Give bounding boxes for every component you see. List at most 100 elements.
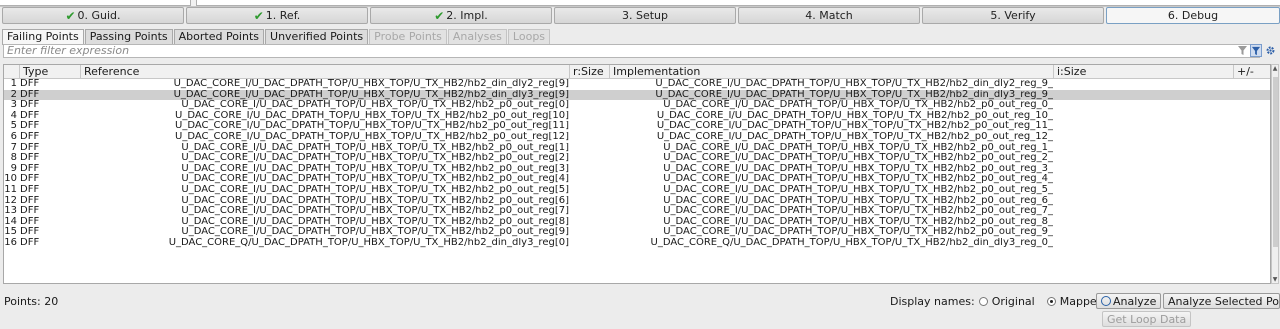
cell-num: 13 (4, 206, 17, 217)
table-row[interactable]: 8 DFF U_DAC_CORE_I/U_DAC_DPATH_TOP/U_HBX_T… (4, 153, 1270, 164)
table-row[interactable]: 2 DFF U_DAC_CORE_I/U_DAC_DPATH_TOP/U_HBX_T… (4, 89, 1270, 101)
cell-ref: U_DAC_CORE_I/U_DAC_DPATH_TOP/U_HBX_TOP/U… (175, 110, 569, 121)
cell-ref: U_DAC_CORE_I/U_DAC_DPATH_TOP/U_HBX_TOP/U… (181, 206, 569, 217)
cell-ref: U_DAC_CORE_I/U_DAC_DPATH_TOP/U_HBX_TOP/U… (175, 132, 569, 142)
table-row[interactable]: 15 DFF U_DAC_CORE_I/U_DAC_DPATH_TOP/U_HBX_… (4, 227, 1270, 238)
step-tab-5[interactable]: 5. Verify (922, 7, 1104, 24)
cell-type: DFF (20, 153, 40, 164)
tab-passing-points[interactable]: Passing Points (84, 29, 173, 44)
step-tab-0[interactable]: ✔ 0. Guid. (2, 7, 184, 24)
radio-original[interactable] (978, 297, 988, 306)
table-row[interactable]: 5 DFF U_DAC_CORE_I/U_DAC_DPATH_TOP/U_HBX_T… (4, 121, 1270, 132)
step-label: 0. Guid. (77, 9, 121, 22)
cell-num: 1 (10, 79, 17, 89)
cell-impl: U_DAC_CORE_I/U_DAC_DPATH_TOP/U_HBX_TOP/U… (655, 89, 1053, 100)
table-scrollbar[interactable]: ▲ ▼ (1271, 64, 1279, 284)
cell-type: DFF (20, 238, 40, 248)
step-tab-6[interactable]: 6. Debug (1106, 7, 1280, 24)
table-row[interactable]: 14 DFF U_DAC_CORE_I/U_DAC_DPATH_TOP/U_HBX_… (4, 217, 1270, 228)
gear-icon[interactable] (1264, 44, 1276, 57)
cell-ref: U_DAC_CORE_I/U_DAC_DPATH_TOP/U_HBX_TOP/U… (173, 89, 569, 100)
table-row[interactable]: 13 DFF U_DAC_CORE_I/U_DAC_DPATH_TOP/U_HBX_… (4, 206, 1270, 217)
cell-impl: U_DAC_CORE_I/U_DAC_DPATH_TOP/U_HBX_TOP/U… (663, 153, 1053, 164)
table-row[interactable]: 9 DFF U_DAC_CORE_I/U_DAC_DPATH_TOP/U_HBX_T… (4, 164, 1270, 175)
display-names-label: Display names: (890, 295, 975, 308)
cell-impl: U_DAC_CORE_I/U_DAC_DPATH_TOP/U_HBX_TOP/U… (663, 100, 1053, 111)
cell-type: DFF (20, 185, 40, 195)
table-row[interactable]: 7 DFF U_DAC_CORE_I/U_DAC_DPATH_TOP/U_HBX_T… (4, 142, 1270, 154)
step-tab-4[interactable]: 4. Match (738, 7, 920, 24)
step-label: 4. Match (805, 9, 853, 22)
step-tab-3[interactable]: 3. Setup (554, 7, 736, 24)
cell-type: DFF (20, 79, 40, 89)
cell-num: 4 (10, 110, 17, 121)
funnel-icon[interactable] (1250, 44, 1262, 57)
step-label: 2. Impl. (446, 9, 488, 22)
step-label: 5. Verify (990, 9, 1036, 22)
table-row[interactable]: 16 DFF U_DAC_CORE_Q/U_DAC_DPATH_TOP/U_HBX_… (4, 238, 1270, 249)
failing-points-table: Type Reference r:Size Implementation i:S… (3, 64, 1271, 284)
cell-num: 12 (4, 195, 17, 206)
cell-ref: U_DAC_CORE_I/U_DAC_DPATH_TOP/U_HBX_TOP/U… (181, 153, 569, 164)
tab-unverified-points[interactable]: Unverified Points (265, 29, 369, 44)
check-icon: ✔ (434, 8, 445, 23)
cell-impl: U_DAC_CORE_I/U_DAC_DPATH_TOP/U_HBX_TOP/U… (663, 185, 1053, 195)
cell-ref: U_DAC_CORE_I/U_DAC_DPATH_TOP/U_HBX_TOP/U… (181, 195, 569, 206)
cell-num: 6 (10, 132, 17, 142)
step-label: 1. Ref. (265, 9, 301, 22)
cell-ref: U_DAC_CORE_Q/U_DAC_DPATH_TOP/U_HBX_TOP/U… (168, 238, 569, 248)
cell-ref: U_DAC_CORE_I/U_DAC_DPATH_TOP/U_HBX_TOP/U… (175, 121, 569, 132)
scroll-down-icon[interactable]: ▼ (1272, 276, 1278, 283)
cell-type: DFF (20, 110, 40, 121)
cell-type: DFF (20, 227, 40, 238)
status-bar: Points: 20 Display names: Original Mappe… (0, 290, 1280, 329)
table-row[interactable]: 4 DFF U_DAC_CORE_I/U_DAC_DPATH_TOP/U_HBX_T… (4, 110, 1270, 122)
scroll-thumb[interactable] (1273, 77, 1278, 247)
cell-num: 11 (4, 185, 17, 195)
cell-ref: U_DAC_CORE_I/U_DAC_DPATH_TOP/U_HBX_TOP/U… (181, 174, 569, 185)
filter-icons (1236, 44, 1276, 59)
radio-mapped[interactable] (1046, 297, 1056, 306)
step-label: 3. Setup (621, 9, 668, 22)
tab-loops[interactable]: Loops (507, 29, 551, 44)
cell-type: DFF (20, 142, 40, 153)
analyze-selected-points-button[interactable]: Analyze Selected Points (1163, 293, 1280, 309)
col-plus-minus[interactable]: +/- (1234, 65, 1270, 78)
table-row[interactable]: 1 DFF U_DAC_CORE_I/U_DAC_DPATH_TOP/U_HBX_T… (4, 79, 1270, 90)
table-row[interactable]: 6 DFF U_DAC_CORE_I/U_DAC_DPATH_TOP/U_HBX_T… (4, 132, 1270, 143)
analyze-label: Analyze (1113, 295, 1157, 308)
table-row[interactable]: 3 DFF U_DAC_CORE_I/U_DAC_DPATH_TOP/U_HBX_T… (4, 100, 1270, 111)
table-row[interactable]: 10 DFF U_DAC_CORE_I/U_DAC_DPATH_TOP/U_HBX_… (4, 174, 1270, 185)
cell-impl: U_DAC_CORE_I/U_DAC_DPATH_TOP/U_HBX_TOP/U… (656, 121, 1053, 132)
cell-type: DFF (20, 206, 40, 217)
table-row[interactable]: 11 DFF U_DAC_CORE_I/U_DAC_DPATH_TOP/U_HBX_… (4, 185, 1270, 196)
cell-num: 10 (4, 174, 17, 185)
tab-probe-points[interactable]: Probe Points (369, 29, 447, 44)
col-reference[interactable]: Reference (81, 65, 570, 78)
step-tab-2[interactable]: ✔ 2. Impl. (370, 7, 552, 24)
col-rsize[interactable]: r:Size (570, 65, 610, 78)
cell-ref: U_DAC_CORE_I/U_DAC_DPATH_TOP/U_HBX_TOP/U… (181, 100, 569, 111)
tab-failing-points[interactable]: Failing Points (2, 29, 84, 45)
check-icon: ✔ (65, 8, 76, 23)
table-header: Type Reference r:Size Implementation i:S… (4, 65, 1270, 79)
analyze-button[interactable]: Analyze (1096, 293, 1162, 309)
step-tab-1[interactable]: ✔ 1. Ref. (186, 7, 368, 24)
tab-aborted-points[interactable]: Aborted Points (173, 29, 265, 44)
step-label: 6. Debug (1167, 9, 1219, 22)
tab-analyses[interactable]: Analyses (447, 29, 507, 44)
col-isize[interactable]: i:Size (1054, 65, 1234, 78)
points-count: Points: 20 (4, 295, 59, 308)
get-loop-data-button[interactable]: Get Loop Data (1102, 311, 1192, 327)
cell-num: 8 (10, 153, 17, 164)
cell-ref: U_DAC_CORE_I/U_DAC_DPATH_TOP/U_HBX_TOP/U… (181, 142, 569, 153)
cell-ref: U_DAC_CORE_I/U_DAC_DPATH_TOP/U_HBX_TOP/U… (173, 79, 569, 89)
filter-expression-input[interactable]: Enter filter expression (3, 44, 1260, 58)
radio-original-label[interactable]: Original (992, 295, 1035, 308)
cell-type: DFF (20, 121, 40, 132)
scroll-up-icon[interactable]: ▲ (1272, 65, 1278, 72)
funnel-clear-icon[interactable] (1236, 44, 1248, 57)
col-type[interactable]: Type (20, 65, 81, 78)
table-row[interactable]: 12 DFF U_DAC_CORE_I/U_DAC_DPATH_TOP/U_HBX_… (4, 195, 1270, 207)
col-implementation[interactable]: Implementation (610, 65, 1054, 78)
